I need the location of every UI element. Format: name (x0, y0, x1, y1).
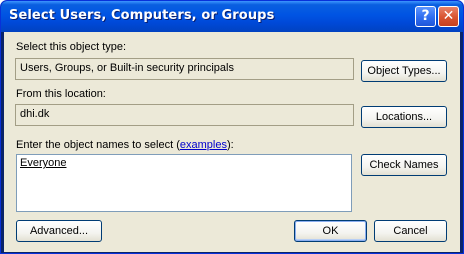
examples-link[interactable]: examples (180, 139, 227, 151)
check-names-button[interactable]: Check Names (361, 154, 447, 176)
help-icon: ? (421, 8, 430, 24)
locations-button[interactable]: Locations... (361, 106, 447, 128)
close-icon: ✕ (442, 8, 455, 24)
resolved-name-entry[interactable]: Everyone (20, 157, 66, 169)
object-types-button[interactable]: Object Types... (361, 60, 447, 82)
object-names-label-end: ): (226, 139, 234, 151)
object-type-field: Users, Groups, or Built-in security prin… (15, 58, 354, 80)
window-title: Select Users, Computers, or Groups (9, 8, 275, 23)
close-button[interactable]: ✕ (438, 6, 459, 27)
advanced-button[interactable]: Advanced... (16, 220, 102, 242)
title-bar[interactable]: Select Users, Computers, or Groups ? ✕ (1, 1, 463, 32)
object-names-label: Enter the object names to select (exampl… (16, 139, 234, 151)
object-type-label: Select this object type: (16, 41, 127, 53)
help-button[interactable]: ? (415, 6, 436, 27)
dialog-body: Select this object type: Users, Groups, … (4, 32, 460, 252)
object-names-label-text: Enter the object names to select ( (16, 139, 180, 151)
cancel-button[interactable]: Cancel (374, 220, 447, 242)
ok-button[interactable]: OK (294, 220, 367, 242)
object-names-input[interactable]: Everyone (16, 154, 352, 212)
location-field: dhi.dk (15, 104, 354, 126)
location-label: From this location: (16, 88, 106, 100)
select-users-dialog: Select Users, Computers, or Groups ? ✕ S… (0, 0, 464, 254)
